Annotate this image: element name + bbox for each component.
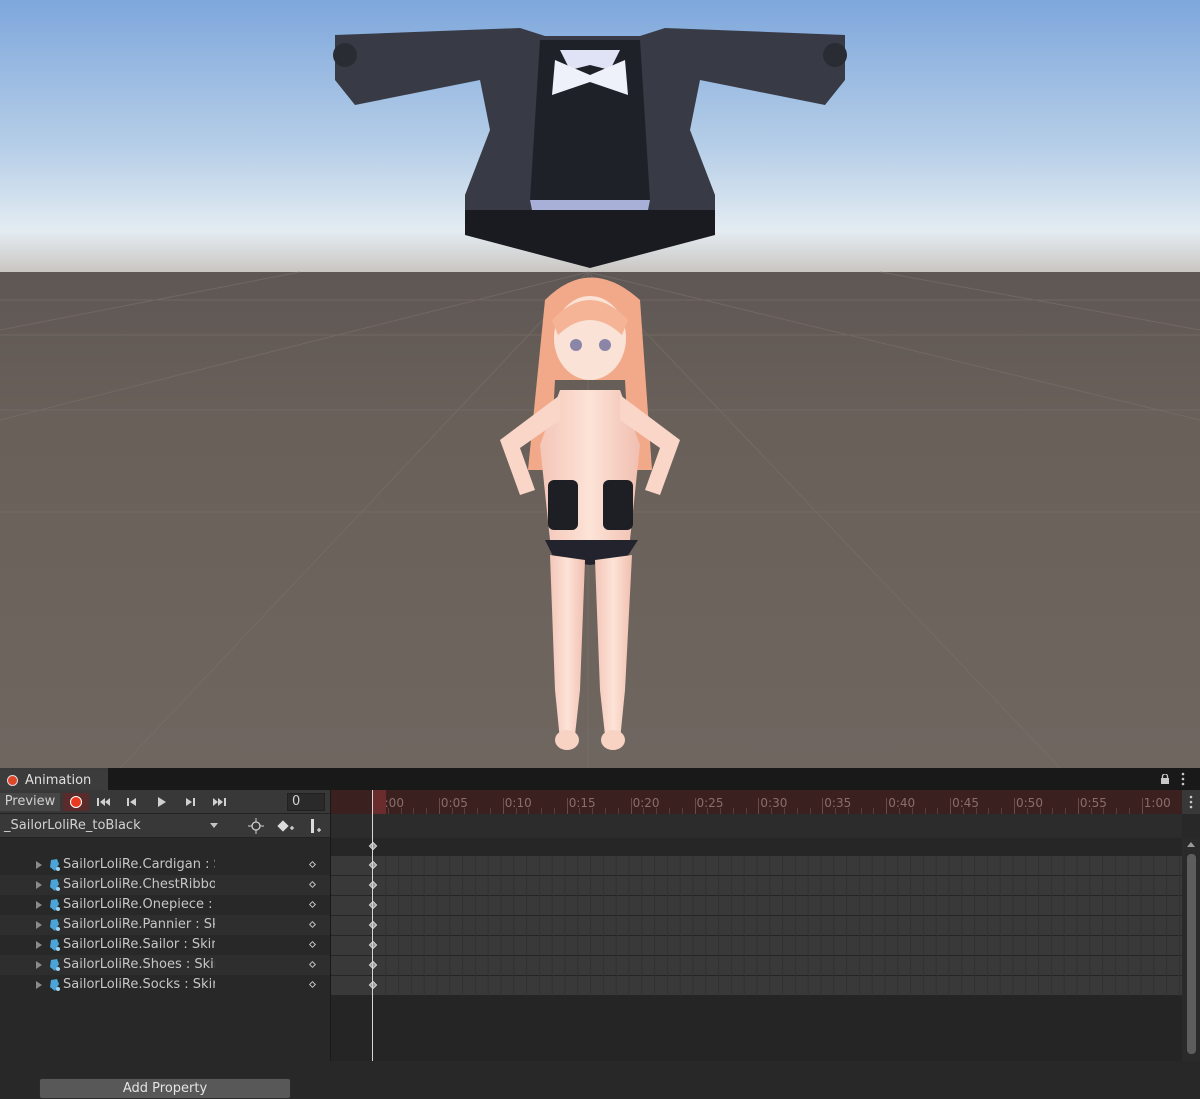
property-row[interactable]: SailorLoliRe.Sailor : Skinned Mesh Rende…: [0, 935, 330, 955]
scroll-up-icon[interactable]: [1187, 842, 1195, 847]
vertical-scrollbar[interactable]: [1182, 838, 1200, 1061]
first-keyframe-icon[interactable]: [91, 793, 117, 811]
tab-bar: Animation: [0, 768, 1200, 790]
keyframe-diamond-icon[interactable]: [308, 900, 317, 909]
property-row[interactable]: SailorLoliRe.ChestRibbon : Skinned Mesh …: [0, 875, 330, 895]
property-row[interactable]: SailorLoliRe.Socks : Skinned Mesh Render…: [0, 975, 330, 995]
property-row[interactable]: SailorLoliRe.Shoes : Skinned Mesh Render…: [0, 955, 330, 975]
property-list: SailorLoliRe.Cardigan : Skinned Mesh Ren…: [0, 838, 330, 1099]
property-label: SailorLoliRe.Sailor : Skinned Mesh Rende…: [63, 937, 215, 952]
expand-triangle-icon[interactable]: [36, 961, 42, 969]
ruler-tick: [886, 798, 888, 814]
previous-keyframe-icon[interactable]: [119, 793, 145, 811]
property-label: SailorLoliRe.ChestRibbon : Skinned Mesh …: [63, 877, 215, 892]
chevron-down-icon[interactable]: [210, 823, 218, 828]
scrollbar-thumb[interactable]: [1187, 854, 1196, 1054]
keyframe-diamond-icon[interactable]: [308, 940, 317, 949]
ruler-tick: [630, 798, 632, 814]
skinned-mesh-icon: [50, 879, 60, 891]
property-row[interactable]: SailorLoliRe.Onepiece : Skinned Mesh Ren…: [0, 895, 330, 915]
expand-triangle-icon[interactable]: [36, 981, 42, 989]
keyframe-diamond-icon[interactable]: [308, 920, 317, 929]
skinned-mesh-icon: [50, 959, 60, 971]
dopesheet[interactable]: [331, 814, 1182, 1061]
keyframe-diamond-icon[interactable]: [308, 880, 317, 889]
timeline-ruler[interactable]: 0:00 0:05 0:10 0:15 0:20 0:25 0:30 0:35 0:40 0:45…: [330, 790, 1182, 814]
keyframe-diamond-icon[interactable]: [308, 980, 317, 989]
more-vertical-icon: [1189, 795, 1193, 809]
ruler-tick: [950, 798, 952, 814]
ruler-tick: [438, 798, 440, 814]
ruler-tick: [822, 798, 824, 814]
snap-icon[interactable]: [244, 816, 268, 836]
expand-triangle-icon[interactable]: [36, 901, 42, 909]
frame-input[interactable]: 0: [287, 793, 325, 811]
tab-animation-label: Animation: [25, 773, 92, 788]
keyframe-diamond-icon[interactable]: [308, 960, 317, 969]
skinned-mesh-icon: [50, 919, 60, 931]
record-button[interactable]: [63, 793, 89, 811]
dopesheet-grid: [331, 814, 1182, 996]
expand-triangle-icon[interactable]: [36, 861, 42, 869]
property-row[interactable]: SailorLoliRe.Pannier : Skinned Mesh Rend…: [0, 915, 330, 935]
tab-animation[interactable]: Animation: [0, 768, 108, 790]
next-keyframe-icon[interactable]: [177, 793, 203, 811]
ruler-tick: [1141, 798, 1143, 814]
scene-render: [0, 0, 1200, 768]
property-label: SailorLoliRe.Shoes : Skinned Mesh Render…: [63, 957, 215, 972]
ruler-tick-label: 1:00: [1143, 796, 1171, 810]
clip-toolbar: _SailorLoliRe_toBlack: [0, 814, 330, 838]
skinned-mesh-icon: [50, 899, 60, 911]
timeline-options[interactable]: [1182, 790, 1200, 814]
expand-triangle-icon[interactable]: [36, 921, 42, 929]
property-label: SailorLoliRe.Cardigan : Skinned Mesh Ren…: [63, 857, 215, 872]
play-icon[interactable]: [148, 793, 174, 811]
lock-icon[interactable]: [1160, 774, 1170, 784]
playback-toolbar: Preview 0: [0, 790, 330, 814]
skinned-mesh-icon: [50, 979, 60, 991]
ruler-tick: [758, 798, 760, 814]
last-keyframe-icon[interactable]: [206, 793, 232, 811]
playhead[interactable]: [372, 790, 373, 1061]
ruler-tick: [1014, 798, 1015, 814]
add-property-button[interactable]: Add Property: [39, 1078, 291, 1099]
add-event-icon[interactable]: [302, 816, 326, 836]
preview-button[interactable]: Preview: [0, 793, 60, 811]
expand-triangle-icon[interactable]: [36, 941, 42, 949]
ruler-tick: [566, 798, 568, 814]
add-keyframe-icon[interactable]: [273, 816, 297, 836]
ruler-tick: [1077, 798, 1079, 814]
scene-viewport[interactable]: [0, 0, 1200, 768]
playhead-handle[interactable]: [372, 790, 386, 814]
animation-window: Animation Preview 0 0:00 0:05 0:10 0:15 …: [0, 768, 1200, 1099]
record-icon: [70, 796, 82, 808]
property-label: SailorLoliRe.Onepiece : Skinned Mesh Ren…: [63, 897, 215, 912]
ruler-tick: [502, 798, 504, 814]
clip-selector[interactable]: _SailorLoliRe_toBlack: [4, 818, 141, 833]
ruler-tick: [694, 798, 696, 814]
property-label: SailorLoliRe.Socks : Skinned Mesh Render…: [63, 977, 215, 992]
property-row[interactable]: SailorLoliRe.Cardigan : Skinned Mesh Ren…: [0, 855, 330, 875]
skinned-mesh-icon: [50, 859, 60, 871]
skinned-mesh-icon: [50, 939, 60, 951]
keyframe-diamond-icon[interactable]: [308, 860, 317, 869]
animation-record-icon: [7, 775, 18, 786]
more-vertical-icon[interactable]: [1180, 771, 1186, 787]
expand-triangle-icon[interactable]: [36, 881, 42, 889]
property-label: SailorLoliRe.Pannier : Skinned Mesh Rend…: [63, 917, 215, 932]
